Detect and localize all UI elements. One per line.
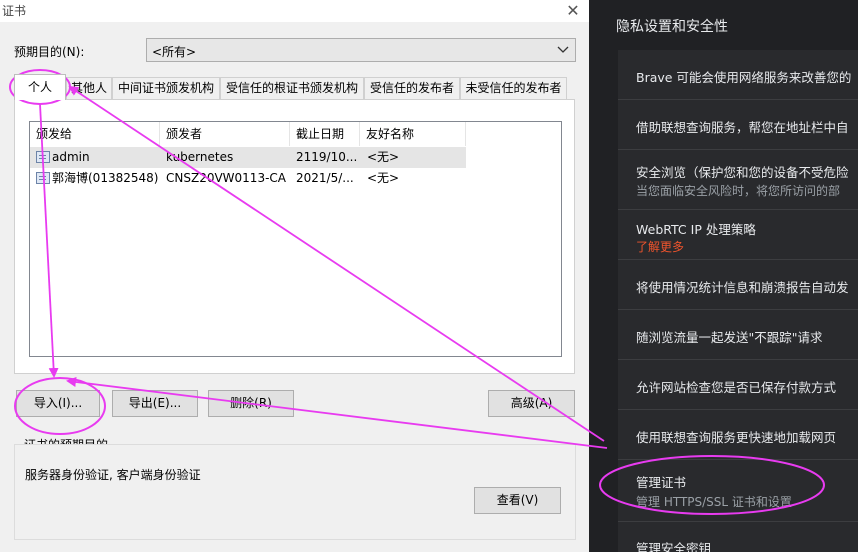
- tab-other-people[interactable]: 其他人: [66, 77, 112, 99]
- purpose-label: 预期目的(N):: [14, 45, 85, 59]
- certificate-icon: [36, 172, 50, 184]
- settings-item-title: WebRTC IP 处理策略: [636, 222, 756, 237]
- cell-expiry: 2021/5/...: [296, 171, 354, 185]
- cell-issuer: CNSZ20VW0113-CA: [166, 171, 286, 185]
- column-header-issued-to[interactable]: 颁发给: [30, 122, 160, 146]
- certificate-dialog: 证书 ✕ 预期目的(N): <所有> 个人 其他人 中间证书颁发机构 受信任的根…: [0, 0, 589, 552]
- tab-trusted-root-ca[interactable]: 受信任的根证书颁发机构: [220, 77, 364, 99]
- tab-untrusted-publishers[interactable]: 未受信任的发布者: [460, 77, 567, 99]
- purposes-text: 服务器身份验证, 客户端身份验证: [25, 468, 201, 482]
- settings-item-title: 使用联想查询服务更快速地加载网页: [636, 430, 837, 445]
- settings-item-payment-methods[interactable]: 允许网站检查您是否已保存付款方式: [618, 360, 858, 410]
- settings-item-title: 将使用情况统计信息和崩溃报告自动发: [636, 280, 849, 295]
- settings-item-subtitle: 管理 HTTPS/SSL 证书和设置: [636, 495, 792, 509]
- settings-item-title: 借助联想查询服务，帮您在地址栏中自: [636, 120, 849, 135]
- dialog-titlebar: 证书 ✕: [0, 0, 589, 22]
- advanced-button[interactable]: 高级(A): [488, 390, 575, 417]
- purpose-dropdown[interactable]: <所有>: [146, 38, 576, 62]
- privacy-settings-panel: 隐私设置和安全性 Brave 可能会使用网络服务来改善您的 借助联想查询服务，帮…: [589, 0, 858, 552]
- export-button[interactable]: 导出(E)...: [112, 390, 198, 417]
- cell-expiry: 2119/10...: [296, 150, 358, 164]
- purpose-dropdown-value: <所有>: [152, 45, 197, 59]
- tab-personal[interactable]: 个人: [14, 74, 66, 100]
- settings-item-safe-browsing[interactable]: 安全浏览（保护您和您的设备不受危险 当您面临安全风险时，将您所访问的部: [618, 150, 858, 210]
- settings-item-subtitle: 当您面临安全风险时，将您所访问的部: [636, 184, 841, 198]
- cell-friendly-name: <无>: [367, 171, 400, 185]
- settings-item-title: 管理安全密钥: [636, 541, 712, 552]
- settings-item-title: 随浏览流量一起发送"不跟踪"请求: [636, 330, 823, 345]
- certificate-list[interactable]: 颁发给 颁发者 截止日期 友好名称 admin kubernetes 2119/…: [29, 121, 562, 357]
- import-button[interactable]: 导入(I)...: [16, 390, 100, 417]
- cell-issuer: kubernetes: [166, 150, 234, 164]
- column-header-issuer[interactable]: 颁发者: [160, 122, 290, 146]
- table-row[interactable]: 郭海博(01382548) CNSZ20VW0113-CA 2021/5/...…: [30, 168, 466, 189]
- chevron-down-icon: [555, 41, 571, 59]
- remove-button[interactable]: 删除(R): [208, 390, 294, 417]
- close-icon[interactable]: ✕: [562, 0, 584, 22]
- tab-intermediate-ca[interactable]: 中间证书颁发机构: [112, 77, 220, 99]
- settings-item-network-services[interactable]: Brave 可能会使用网络服务来改善您的: [618, 50, 858, 100]
- settings-item-webrtc[interactable]: WebRTC IP 处理策略 了解更多: [618, 210, 858, 260]
- column-header-friendly-name[interactable]: 友好名称: [360, 122, 466, 146]
- view-button[interactable]: 查看(V): [474, 487, 561, 514]
- cell-friendly-name: <无>: [367, 150, 400, 164]
- settings-item-title: 允许网站检查您是否已保存付款方式: [636, 380, 837, 395]
- settings-item-title: 安全浏览（保护您和您的设备不受危险: [636, 165, 849, 180]
- settings-card: Brave 可能会使用网络服务来改善您的 借助联想查询服务，帮您在地址栏中自 安…: [618, 50, 858, 552]
- tab-trusted-publishers[interactable]: 受信任的发布者: [364, 77, 460, 99]
- settings-item-usage-stats[interactable]: 将使用情况统计信息和崩溃报告自动发: [618, 260, 858, 310]
- settings-item-autocomplete[interactable]: 借助联想查询服务，帮您在地址栏中自: [618, 100, 858, 150]
- settings-item-do-not-track[interactable]: 随浏览流量一起发送"不跟踪"请求: [618, 310, 858, 360]
- column-header-expiry[interactable]: 截止日期: [290, 122, 360, 146]
- settings-item-preload-pages[interactable]: 使用联想查询服务更快速地加载网页: [618, 410, 858, 460]
- dialog-title: 证书: [2, 4, 27, 18]
- settings-item-title: 管理证书: [636, 475, 687, 490]
- certificate-icon: [36, 151, 50, 163]
- settings-item-manage-certificates[interactable]: 管理证书 管理 HTTPS/SSL 证书和设置: [618, 460, 858, 522]
- settings-item-security-keys[interactable]: 管理安全密钥: [618, 522, 858, 552]
- cell-issued-to: admin: [52, 150, 90, 164]
- table-row[interactable]: admin kubernetes 2119/10... <无>: [30, 147, 466, 168]
- settings-section-title: 隐私设置和安全性: [616, 19, 728, 35]
- learn-more-link[interactable]: 了解更多: [636, 238, 684, 255]
- settings-item-title: Brave 可能会使用网络服务来改善您的: [636, 70, 852, 85]
- cell-issued-to: 郭海博(01382548): [52, 171, 159, 185]
